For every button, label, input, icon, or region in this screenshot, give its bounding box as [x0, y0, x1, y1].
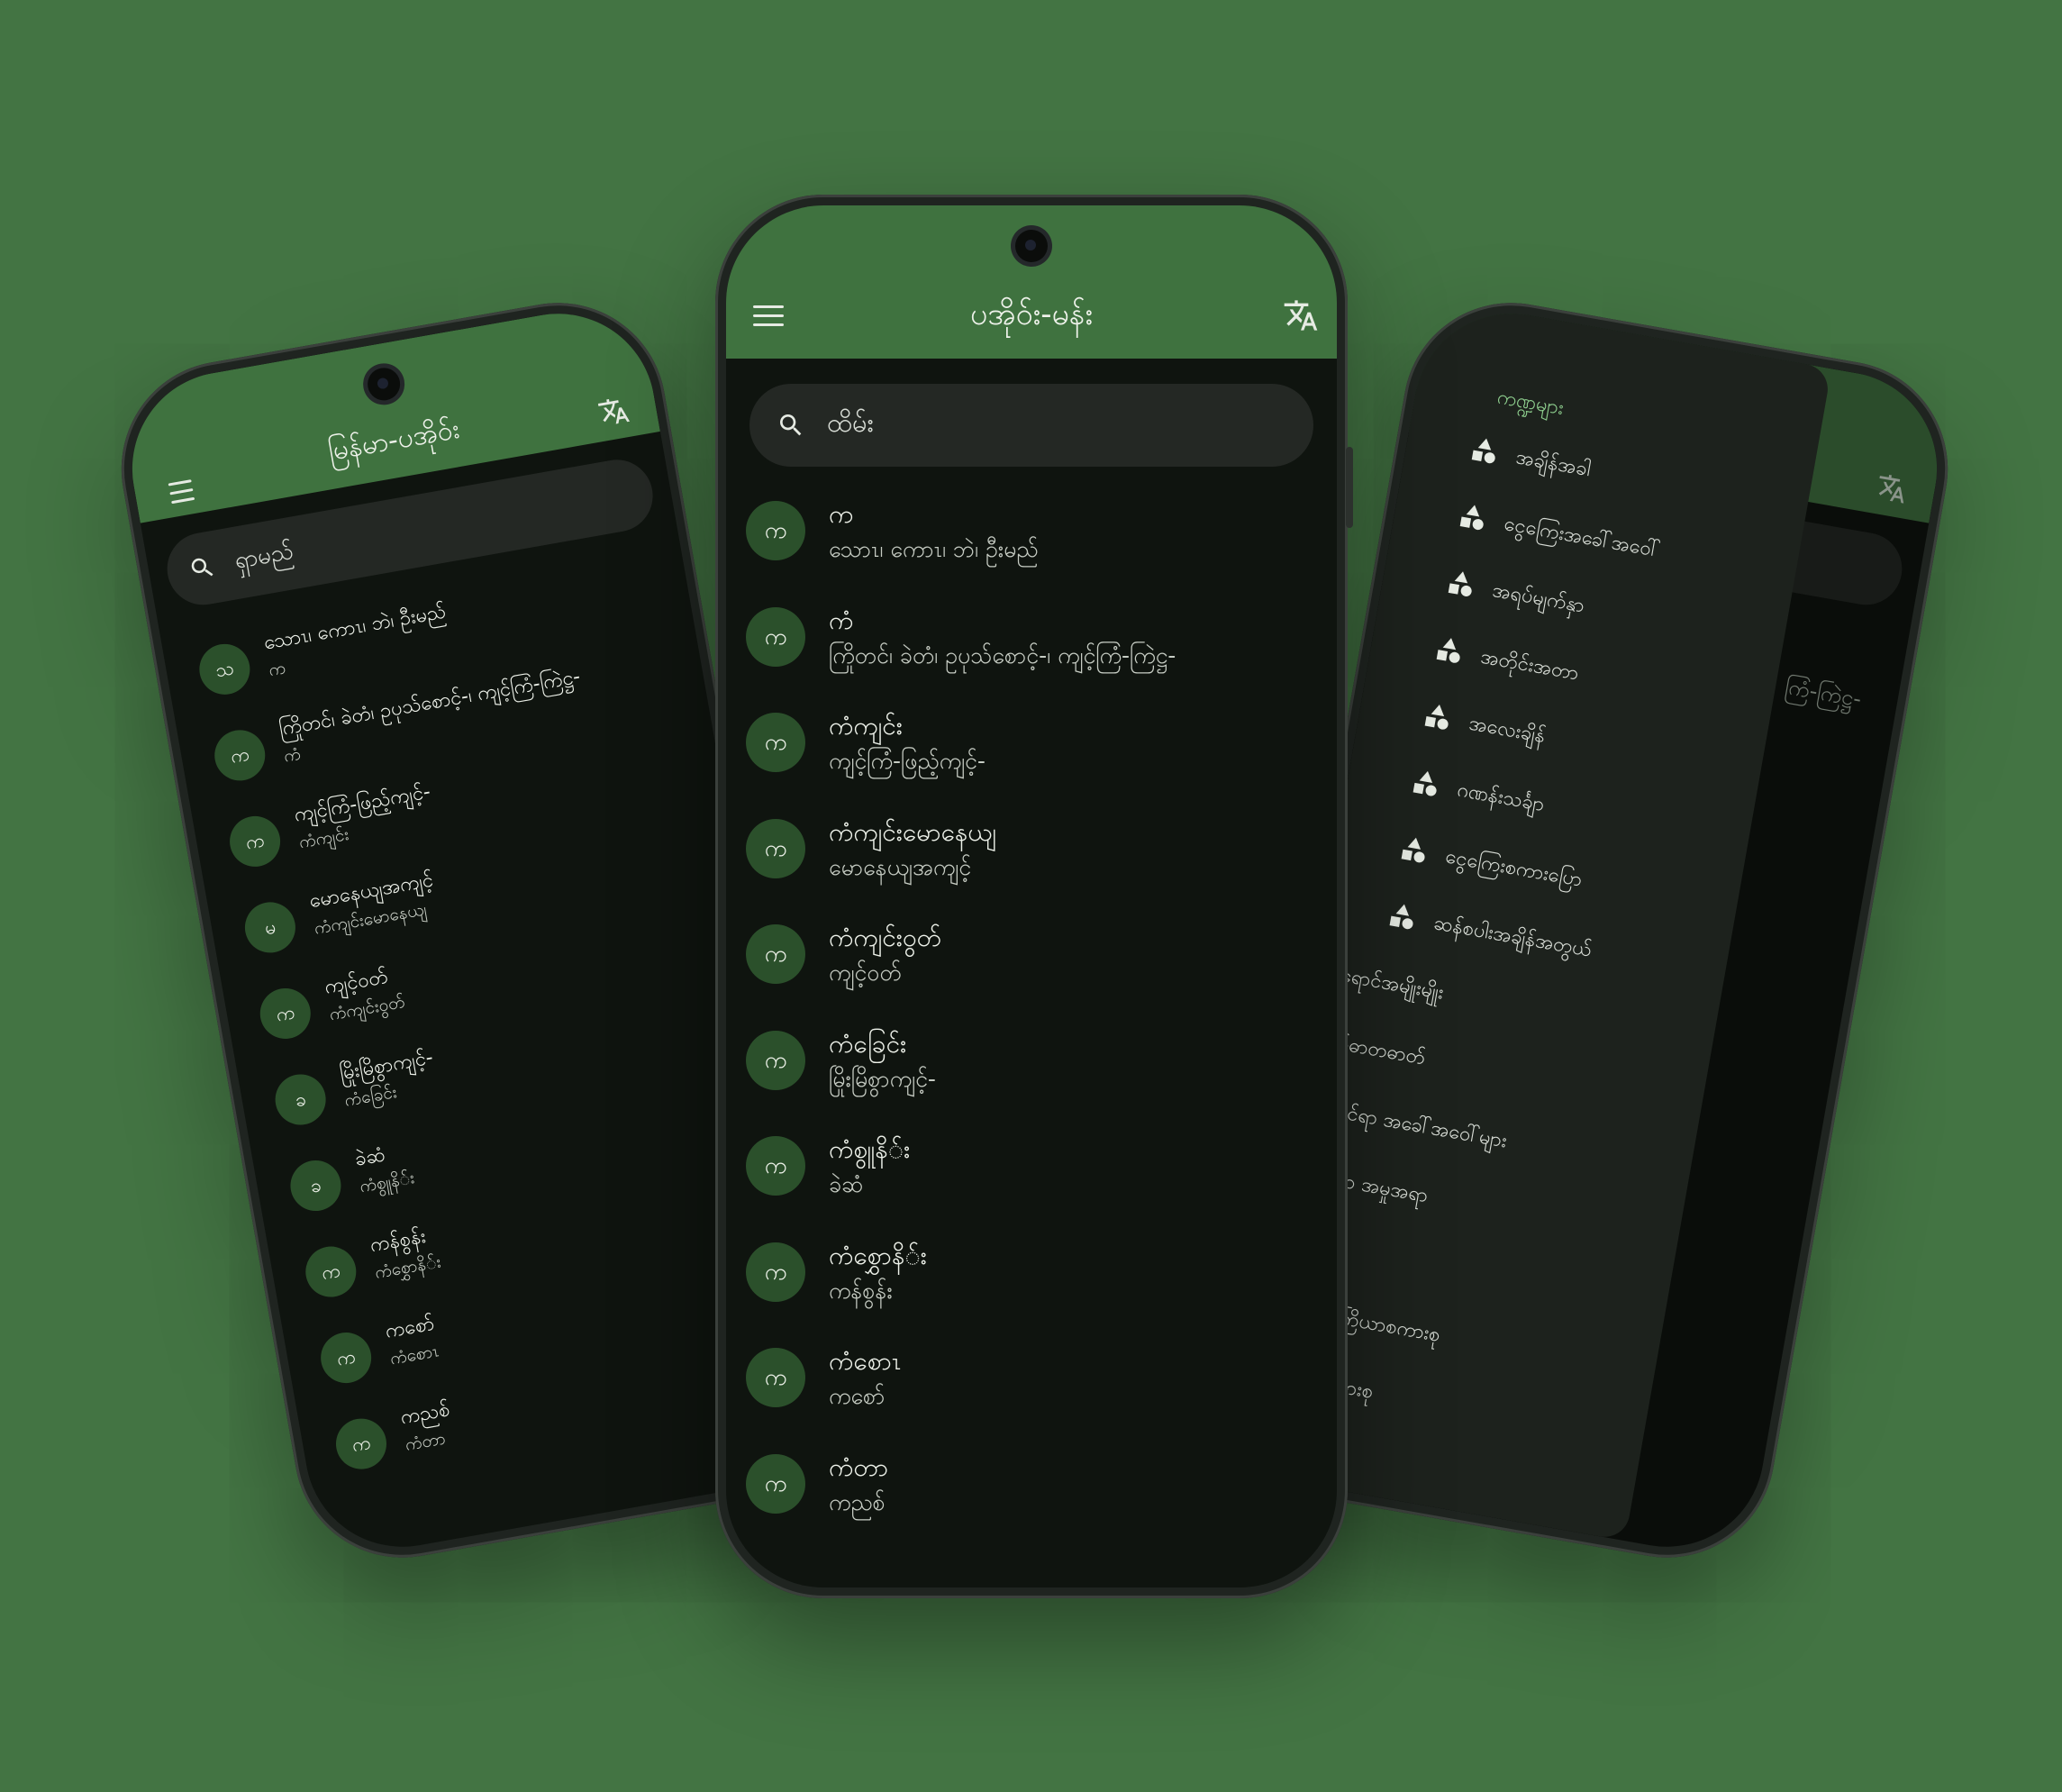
- center-row-word: ကံခြေင်း: [829, 1028, 907, 1059]
- center-row-avatar: က: [746, 924, 805, 984]
- drawer-item-label: ငွေကြေးစကားပြော: [1443, 845, 1585, 892]
- left-row-avatar: က: [301, 1242, 360, 1301]
- center-row-meaning: သောၤ၊ ကောၤ၊ ဘဲ၊ ဦးမည်: [829, 536, 1039, 562]
- center-row-meaning: ကြိုတင်၊ ခဲတံ၊ ဥပုသ်စောင့်-၊ ကျင့်ကြံ-ကြ…: [829, 641, 1176, 669]
- category-icon: [1424, 705, 1449, 730]
- left-row-word: ခဲဆံ: [352, 1143, 387, 1171]
- left-row-avatar: ခ: [271, 1070, 331, 1129]
- drawer-header: ကဏ္ဍများ: [1495, 386, 1566, 421]
- center-phone: ပအိုဝ်း-မန်း ထိမ်း ကကသောၤ၊ ကောၤ၊ ဘဲ၊ ဦးမ…: [715, 195, 1353, 1598]
- center-row-meaning: မောနေယျအကျင့်: [829, 853, 972, 880]
- category-icon: [1401, 837, 1425, 863]
- center-word-row[interactable]: က ကံတာကညစ်: [746, 1438, 1317, 1544]
- center-word-row[interactable]: က ကံကြိုတင်၊ ခဲတံ၊ ဥပုသ်စောင့်-၊ ကျင့်ကြံ…: [746, 591, 1317, 697]
- left-search-placeholder: ရှာမည်: [232, 537, 295, 575]
- left-row-avatar: ခ: [286, 1156, 345, 1215]
- center-row-avatar: က: [746, 818, 805, 878]
- center-word-row[interactable]: က ကံစွှောနိ်းကန်စွန်း: [746, 1226, 1317, 1333]
- left-row-avatar: သ: [195, 640, 254, 699]
- center-search-icon: [780, 414, 802, 436]
- center-screen: ပအိုဝ်း-မန်း ထိမ်း ကကသောၤ၊ ကောၤ၊ ဘဲ၊ ဦးမ…: [726, 205, 1337, 1587]
- center-row-word: ကံတာ: [829, 1451, 889, 1482]
- category-icon: [1459, 505, 1484, 531]
- center-row-word: ကံကျင်းမောနေယျ: [829, 816, 996, 847]
- center-row-avatar: က: [746, 713, 805, 772]
- center-word-row[interactable]: က ကံကျင်းကျင့်ကြံ-ဖြည့်ကျင့်-: [746, 696, 1317, 803]
- center-row-word: ကံစွူနိ်း: [829, 1134, 911, 1164]
- left-row-avatar: က: [332, 1414, 391, 1474]
- center-word-row[interactable]: က ကံစောၤကစော်: [746, 1332, 1317, 1438]
- center-row-meaning: ကျင့်ကြံ-ဖြည့်ကျင့်-: [829, 748, 986, 774]
- center-row-avatar: က: [746, 1242, 805, 1302]
- category-icon: [1389, 904, 1413, 930]
- center-row-avatar: က: [746, 606, 805, 667]
- left-search-icon: [191, 558, 213, 577]
- left-row-avatar: က: [225, 812, 285, 871]
- drawer-item-label: ငွေကြေးအခေါ်အဝေါ်: [1502, 512, 1662, 563]
- right-translate-icon[interactable]: [1875, 470, 1910, 505]
- category-icon: [1413, 770, 1437, 796]
- center-front-camera: [1015, 230, 1048, 262]
- center-app-bar: ပအိုဝ်း-မန်း: [726, 205, 1337, 359]
- left-row-meaning: ကံ: [282, 743, 303, 767]
- left-row-avatar: က: [210, 725, 269, 785]
- left-row-word: ကညစ်: [398, 1398, 452, 1430]
- left-row-avatar: က: [256, 984, 315, 1043]
- center-row-word: ကံ: [829, 605, 854, 635]
- center-row-meaning: ကစော်: [829, 1383, 886, 1409]
- center-app-title: ပအိုဝ်း-မန်း: [969, 296, 1094, 332]
- drawer-item-label: အချိန်အခါ: [1513, 446, 1593, 482]
- center-row-word: က: [829, 499, 854, 529]
- left-row-meaning: က: [267, 658, 287, 681]
- drawer-item-label: ဆန်စပါးအချိန်အတွယ်: [1431, 912, 1594, 962]
- center-word-row[interactable]: က ကံခြေင်းမြိုးမြိစွာကျင့်-: [746, 1014, 1317, 1121]
- center-search-input[interactable]: ထိမ်း: [827, 406, 874, 445]
- center-row-avatar: က: [746, 1030, 805, 1090]
- right-peek-text: ကြံ-ကြဲဋ္ဌ-: [1783, 673, 1864, 713]
- drawer-item-label: အလေးချိန်: [1467, 712, 1548, 749]
- left-translate-icon[interactable]: [596, 394, 631, 429]
- center-volume-button: [1346, 447, 1353, 528]
- center-row-avatar: က: [746, 1348, 805, 1407]
- center-row-avatar: က: [746, 1453, 805, 1514]
- center-word-row[interactable]: ကကသောၤ၊ ကောၤ၊ ဘဲ၊ ဦးမည်: [746, 485, 1317, 591]
- center-row-word: ကံစောၤ: [829, 1346, 902, 1376]
- center-row-word: ကံကျင်းဝွတ်: [829, 923, 941, 952]
- category-icon: [1436, 638, 1460, 663]
- center-row-avatar: က: [746, 1136, 805, 1196]
- left-front-camera: [365, 365, 403, 404]
- drawer-item-label: ဂဏန်းသင်္ချာ: [1455, 778, 1547, 817]
- center-row-meaning: ကညစ်: [829, 1488, 886, 1515]
- center-row-meaning: မြိုးမြိစွာကျင့်-: [829, 1065, 936, 1092]
- center-row-meaning: ကျင့်ဝတ်: [829, 960, 902, 986]
- center-search-bar[interactable]: ထိမ်း: [749, 384, 1313, 467]
- center-row-word: ကံစွှောနိ်း: [829, 1240, 927, 1270]
- left-row-avatar: မ: [241, 897, 300, 957]
- category-icon: [1448, 571, 1472, 596]
- center-row-meaning: ခဲဆံ: [829, 1171, 864, 1197]
- center-translate-icon[interactable]: [1283, 297, 1319, 333]
- center-word-row[interactable]: က ကံကျင်းမောနေယျမောနေယျအကျင့်: [746, 803, 1317, 909]
- drawer-item-label: အရပ်မျက်နှာ: [1490, 578, 1586, 618]
- drawer-item-list: အချိန်အခါငွေကြေးအခေါ်အဝေါ်အရပ်မျက်နှာအတိ…: [1250, 298, 1831, 1404]
- center-row-meaning: ကန်စွန်း: [829, 1277, 893, 1304]
- left-row-word: သောၤ၊ ကောၤ၊ ဘဲ၊ ဦးမည်: [261, 600, 448, 655]
- drawer-item-label: အတိုင်းအတာ: [1478, 645, 1581, 686]
- center-word-row[interactable]: က ကံစွူနိ်းခဲဆံ: [746, 1120, 1317, 1226]
- center-word-row[interactable]: က ကံကျင်းဝွတ်ကျင့်ဝတ်: [746, 908, 1317, 1014]
- center-row-word: ကံကျင်း: [829, 711, 903, 741]
- left-row-avatar: က: [316, 1328, 376, 1387]
- center-row-avatar: က: [746, 501, 805, 560]
- category-icon: [1471, 438, 1495, 464]
